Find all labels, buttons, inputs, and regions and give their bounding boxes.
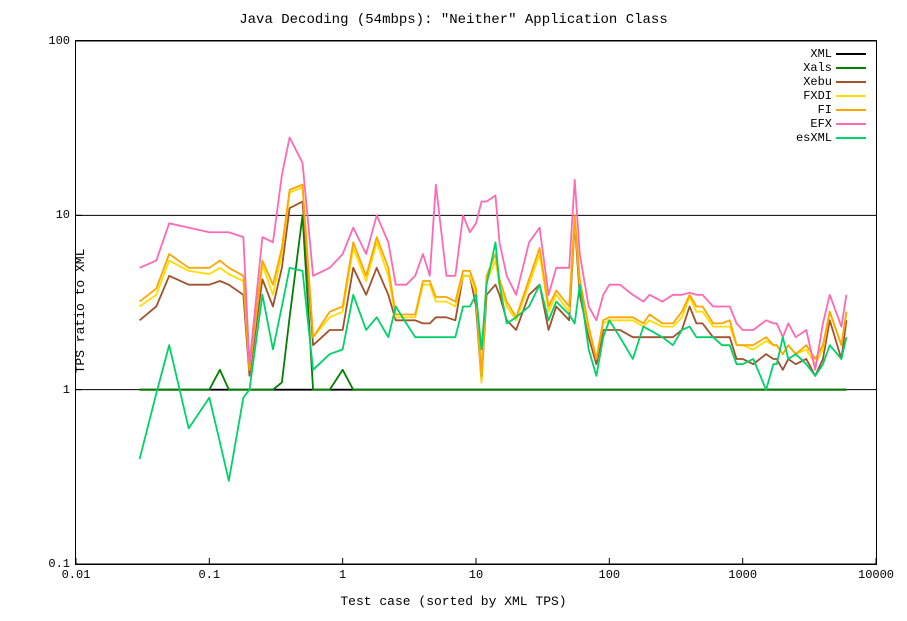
legend-label: Xebu bbox=[803, 75, 832, 89]
legend-swatch bbox=[836, 53, 866, 55]
legend-swatch bbox=[836, 95, 866, 97]
legend-label: FI bbox=[818, 103, 832, 117]
x-tick-label: 10 bbox=[469, 568, 483, 582]
legend-item: Xebu bbox=[796, 75, 866, 89]
plot-area: XMLXalsXebuFXDIFIEFXesXML 0.010.11101001… bbox=[75, 40, 877, 565]
y-tick-label: 1 bbox=[63, 383, 70, 397]
legend-item: Xals bbox=[796, 61, 866, 75]
x-axis-label: Test case (sorted by XML TPS) bbox=[10, 594, 897, 609]
legend-label: XML bbox=[810, 47, 832, 61]
legend-label: EFX bbox=[810, 117, 832, 131]
chart-title: Java Decoding (54mbps): "Neither" Applic… bbox=[10, 12, 897, 28]
legend-item: esXML bbox=[796, 131, 866, 145]
legend-swatch bbox=[836, 137, 866, 139]
x-tick-label: 10000 bbox=[858, 568, 894, 582]
legend-label: esXML bbox=[796, 131, 832, 145]
legend-swatch bbox=[836, 81, 866, 83]
x-tick-label: 1 bbox=[339, 568, 346, 582]
legend-label: FXDI bbox=[803, 89, 832, 103]
x-tick-label: 0.1 bbox=[199, 568, 221, 582]
legend-item: FI bbox=[796, 103, 866, 117]
legend-swatch bbox=[836, 67, 866, 69]
plot-svg bbox=[76, 41, 876, 564]
x-tick-label: 100 bbox=[599, 568, 621, 582]
x-tick-label: 1000 bbox=[728, 568, 757, 582]
legend-label: Xals bbox=[803, 61, 832, 75]
y-tick-label: 100 bbox=[48, 34, 70, 48]
legend-item: XML bbox=[796, 47, 866, 61]
legend-swatch bbox=[836, 123, 866, 125]
legend-item: EFX bbox=[796, 117, 866, 131]
legend: XMLXalsXebuFXDIFIEFXesXML bbox=[796, 47, 866, 145]
legend-item: FXDI bbox=[796, 89, 866, 103]
chart-container: Java Decoding (54mbps): "Neither" Applic… bbox=[10, 10, 897, 611]
legend-swatch bbox=[836, 109, 866, 111]
y-tick-label: 0.1 bbox=[48, 557, 70, 571]
y-tick-label: 10 bbox=[56, 208, 70, 222]
